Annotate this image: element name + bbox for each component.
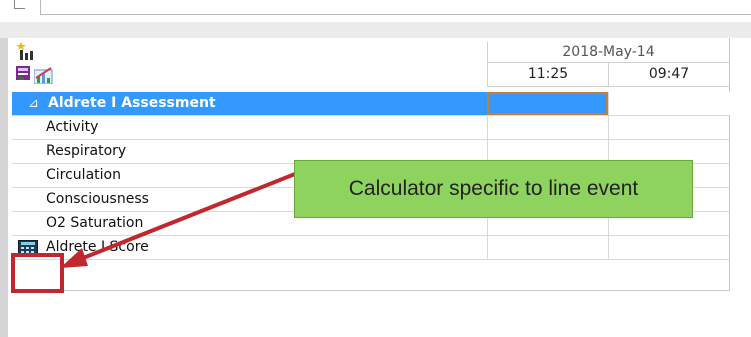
left-rail xyxy=(0,38,8,337)
row-aldrete-score[interactable]: Aldrete I Score xyxy=(12,236,729,260)
grid-cell[interactable] xyxy=(487,236,609,259)
highlight-box xyxy=(11,253,64,293)
row-label: Activity xyxy=(46,119,99,135)
grid-toolbar xyxy=(14,40,54,88)
row-label: Respiratory xyxy=(46,143,127,159)
grid-cell[interactable] xyxy=(487,116,609,139)
section-label: Aldrete I Assessment xyxy=(48,95,216,111)
row-label: O2 Saturation xyxy=(46,215,144,231)
time-header-col-1[interactable]: 11:25 xyxy=(487,63,608,87)
top-panel xyxy=(40,0,751,15)
new-event-icon[interactable] xyxy=(16,42,36,66)
time-header-col-2[interactable]: 09:47 xyxy=(608,63,729,87)
chart-icon[interactable] xyxy=(33,66,54,88)
collapse-icon[interactable]: ⊿ xyxy=(28,96,39,111)
grid-header: 2018-May-14 11:25 09:47 xyxy=(12,38,729,92)
top-strip xyxy=(0,0,751,22)
grid-cell[interactable] xyxy=(608,116,730,139)
divider-tick xyxy=(14,0,25,9)
active-cell[interactable] xyxy=(487,92,608,115)
row-label: Consciousness xyxy=(46,191,149,207)
section-row-aldrete[interactable]: ⊿ Aldrete I Assessment xyxy=(12,92,730,116)
date-header: 2018-May-14 xyxy=(487,42,729,63)
separator-band xyxy=(0,22,751,38)
grid-cell[interactable] xyxy=(608,236,730,259)
row-label: Circulation xyxy=(46,167,121,183)
callout-label: Calculator specific to line event xyxy=(294,160,693,218)
flowsheet-icon[interactable] xyxy=(16,66,32,88)
grid-cell[interactable] xyxy=(608,92,730,115)
row-activity[interactable]: Activity xyxy=(12,116,729,140)
